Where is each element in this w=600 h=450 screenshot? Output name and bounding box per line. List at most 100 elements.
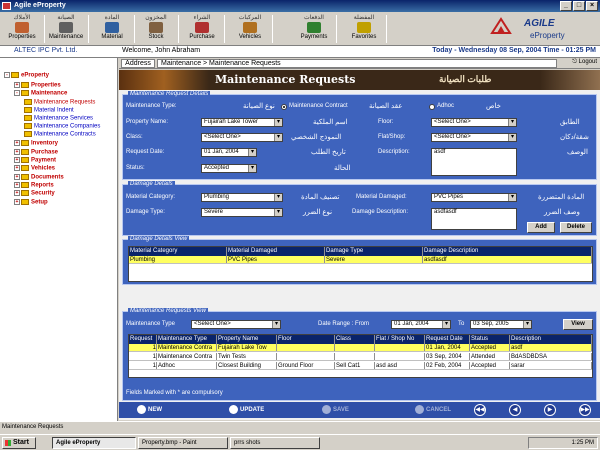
view-button[interactable]: View <box>563 319 593 330</box>
expand-icon[interactable]: - <box>4 72 10 78</box>
toolbar-properties-button[interactable]: الأملاك Properties <box>2 14 42 44</box>
toolbar-maintenance-button[interactable]: الصيانة Maintenance <box>46 14 86 44</box>
sidebar-item-setup[interactable]: + Setup <box>14 199 48 206</box>
sidebar-item-payment[interactable]: + Payment <box>14 157 56 164</box>
expand-icon[interactable]: + <box>14 165 20 171</box>
grid-header-cell[interactable]: Material Damaged <box>227 247 325 256</box>
task-paint[interactable]: Property.bmp - Paint <box>138 437 228 449</box>
grid-header-cell[interactable]: Maintenance Type <box>157 335 217 344</box>
maximize-button[interactable]: □ <box>573 1 585 11</box>
class-label: Class: <box>126 134 143 140</box>
update-button[interactable]: UPDATE <box>229 405 264 415</box>
sidebar-item-maintenance[interactable]: - Maintenance <box>14 90 67 97</box>
expand-icon[interactable]: + <box>14 199 20 205</box>
add-damage-button[interactable]: Add <box>527 222 555 233</box>
expand-icon[interactable]: + <box>14 157 20 163</box>
sidebar-item-purchase[interactable]: + Purchase <box>14 149 58 156</box>
grid-header-cell[interactable]: Property Name <box>217 335 277 344</box>
class-select[interactable]: <Select One> <box>201 133 283 142</box>
grid-header-cell[interactable]: Flat / Shop No <box>375 335 425 344</box>
delete-damage-button[interactable]: Delete <box>560 222 592 233</box>
requests-view-panel: Maintenance Requests View Maintenance Ty… <box>122 308 597 401</box>
expand-icon[interactable]: - <box>14 90 20 96</box>
material-damaged-select[interactable]: PVC Pipes <box>431 193 517 202</box>
description-textarea[interactable]: asdf <box>431 148 517 176</box>
expand-icon[interactable]: + <box>14 149 20 155</box>
sidebar-item-maintenance-companies[interactable]: Maintenance Companies <box>24 123 100 130</box>
grid-header-cell[interactable]: Damage Type <box>325 247 423 256</box>
grid-header-cell[interactable]: Status <box>470 335 510 344</box>
cancel-button[interactable]: CANCEL <box>415 405 451 415</box>
table-row[interactable]: 1 Maintenance Contra Fujairah Lake Tow 01 J… <box>129 344 592 352</box>
new-button[interactable]: NEW <box>137 405 162 415</box>
sidebar-item-documents[interactable]: + Documents <box>14 174 64 181</box>
next-record-icon[interactable]: ▶ <box>544 404 556 416</box>
table-row[interactable]: 1 Adhoc Closest Building Ground Floor Sell C… <box>129 362 592 370</box>
grid-header-cell[interactable]: Floor <box>277 335 335 344</box>
damage-type-label: Damage Type: <box>126 209 165 215</box>
grid-header-cell[interactable]: Material Category <box>129 247 227 256</box>
folder-icon <box>21 199 29 205</box>
toolbar-stock-button[interactable]: المخزون Stock <box>136 14 176 44</box>
sidebar-item-reports[interactable]: + Reports <box>14 182 54 189</box>
task-agile-eproperty[interactable]: Agile eProperty <box>52 437 136 449</box>
flat-shop-select[interactable]: <Select One> <box>431 133 517 142</box>
sidebar-item-security[interactable]: + Security <box>14 190 55 197</box>
damage-details-title: Damage Details <box>128 181 175 187</box>
maintenance-contract-radio[interactable] <box>281 104 287 110</box>
task-prrs-shots[interactable]: prrs shots <box>230 437 320 449</box>
toolbar-favorites-button[interactable]: المفضلة Favorites <box>344 14 384 44</box>
from-date-picker[interactable]: 01 Jan, 2004 <box>391 320 451 329</box>
material-category-select[interactable]: Plumbing <box>201 193 283 202</box>
expand-icon[interactable]: + <box>14 182 20 188</box>
breadcrumb: Maintenance > Maintenance Requests <box>157 59 557 68</box>
grid-header-cell[interactable]: Request <box>129 335 157 344</box>
damage-type-select[interactable]: Severe <box>201 208 283 217</box>
sidebar-item-maintenance-services[interactable]: Maintenance Services <box>24 115 93 122</box>
previous-record-icon[interactable]: ◀ <box>509 404 521 416</box>
close-button[interactable]: × <box>586 1 598 11</box>
app-icon <box>2 2 11 10</box>
minimize-button[interactable]: _ <box>560 1 572 11</box>
sidebar-item-inventory[interactable]: + Inventory <box>14 140 58 147</box>
table-row[interactable]: Plumbing PVC Pipes Severe asdfasdf <box>129 256 592 264</box>
expand-icon[interactable]: + <box>14 174 20 180</box>
sidebar-item-material-indent[interactable]: Material Indent <box>24 107 74 114</box>
sidebar-item-maintenance-contracts[interactable]: Maintenance Contracts <box>24 131 96 138</box>
folder-icon <box>21 174 29 180</box>
grid-header-cell[interactable]: Request Date <box>425 335 470 344</box>
logout-link[interactable]: ⎋ Logout <box>572 59 597 66</box>
sidebar-item-eproperty[interactable]: - eProperty <box>4 72 49 79</box>
table-row[interactable]: 1 Maintenance Contra Twin Tests 03 Sep, 200… <box>129 353 592 361</box>
expand-icon[interactable]: + <box>14 140 20 146</box>
table-cell <box>277 353 335 360</box>
logout-label: Logout <box>578 59 597 65</box>
navigation-tree: - eProperty + Properties - Maintenance Mainten… <box>0 58 118 422</box>
request-date-picker[interactable]: 01 Jan, 2004 <box>201 148 257 157</box>
toolbar-vehicles-button[interactable]: المركبات Vehicles <box>230 14 270 44</box>
to-date-picker[interactable]: 03 Sep, 2005 <box>470 320 532 329</box>
grid-header: Material Category Material Damaged Damage … <box>129 247 592 256</box>
property-name-select[interactable]: Fujairah Lake Tower <box>201 118 283 127</box>
status-select[interactable]: Accepted <box>201 164 257 173</box>
sidebar-item-vehicles[interactable]: + Vehicles <box>14 165 55 172</box>
save-button[interactable]: SAVE <box>322 405 349 415</box>
toolbar-purchase-button[interactable]: الشراء Purchase <box>182 14 222 44</box>
expand-icon[interactable]: + <box>14 190 20 196</box>
last-record-icon[interactable]: ▶▶ <box>579 404 591 416</box>
first-record-icon[interactable]: ◀◀ <box>474 404 486 416</box>
grid-header-cell[interactable]: Damage Description <box>423 247 592 256</box>
sidebar-item-maintenance-requests[interactable]: Maintenance Requests <box>24 99 95 106</box>
damage-description-textarea[interactable]: asdfasdf <box>431 208 517 230</box>
adhoc-radio[interactable] <box>429 104 435 110</box>
grid-header-cell[interactable]: Class <box>335 335 375 344</box>
toolbar-payments-button[interactable]: الدفعات Payments <box>294 14 334 44</box>
start-button[interactable]: Start <box>2 437 36 449</box>
sidebar-item-properties[interactable]: + Properties <box>14 82 61 89</box>
status-text: Maintenance Requests <box>2 424 64 430</box>
floor-select[interactable]: <Select One> <box>431 118 517 127</box>
toolbar-material-button[interactable]: المادة Material <box>92 14 132 44</box>
expand-icon[interactable]: + <box>14 82 20 88</box>
grid-header-cell[interactable]: Description <box>510 335 592 344</box>
requests-type-select[interactable]: <Select One> <box>191 320 281 329</box>
